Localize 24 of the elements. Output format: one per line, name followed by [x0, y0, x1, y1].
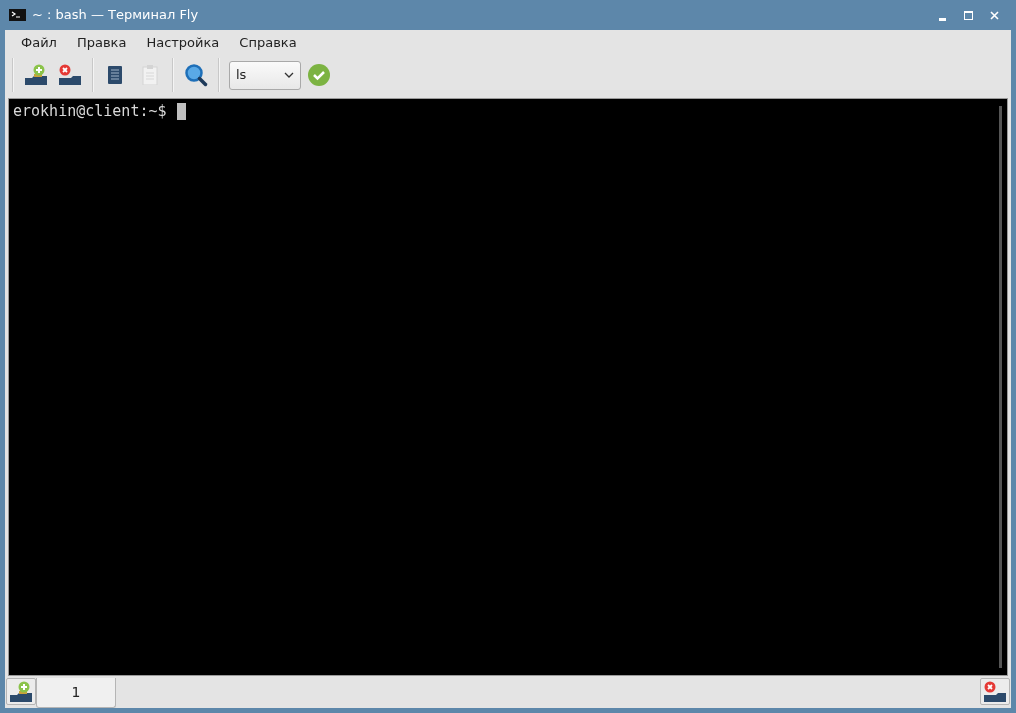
- menu-item[interactable]: Справка: [229, 32, 307, 53]
- search-icon: [184, 63, 208, 87]
- window-title: ~ : bash — Терминал Fly: [32, 6, 199, 25]
- checkmark-icon: [308, 64, 330, 86]
- terminal-icon: [9, 9, 26, 21]
- new-tab-button[interactable]: [6, 678, 36, 705]
- scrollbar[interactable]: [999, 106, 1002, 668]
- folder-remove-icon: [983, 680, 1007, 703]
- terminal-screen[interactable]: erokhin@client:~$: [8, 98, 1008, 676]
- copy-icon: [108, 65, 124, 85]
- clipboard-icon: [142, 65, 158, 85]
- text-cursor: [176, 103, 186, 120]
- terminal-tab[interactable]: 1: [36, 678, 116, 708]
- folder-add-icon: [24, 64, 48, 86]
- close-tab-button[interactable]: [980, 678, 1010, 705]
- menu-item[interactable]: Правка: [66, 32, 137, 53]
- folder-remove-icon: [58, 64, 82, 86]
- folder-add-icon: [9, 680, 33, 703]
- command-dropdown[interactable]: ls: [229, 60, 301, 90]
- shell-prompt: erokhin@client:~$: [13, 101, 167, 121]
- menu-item[interactable]: Настройка: [136, 32, 230, 53]
- menu-item[interactable]: Файл: [11, 32, 67, 53]
- close-icon: [989, 10, 999, 20]
- caret-icon: [284, 72, 294, 78]
